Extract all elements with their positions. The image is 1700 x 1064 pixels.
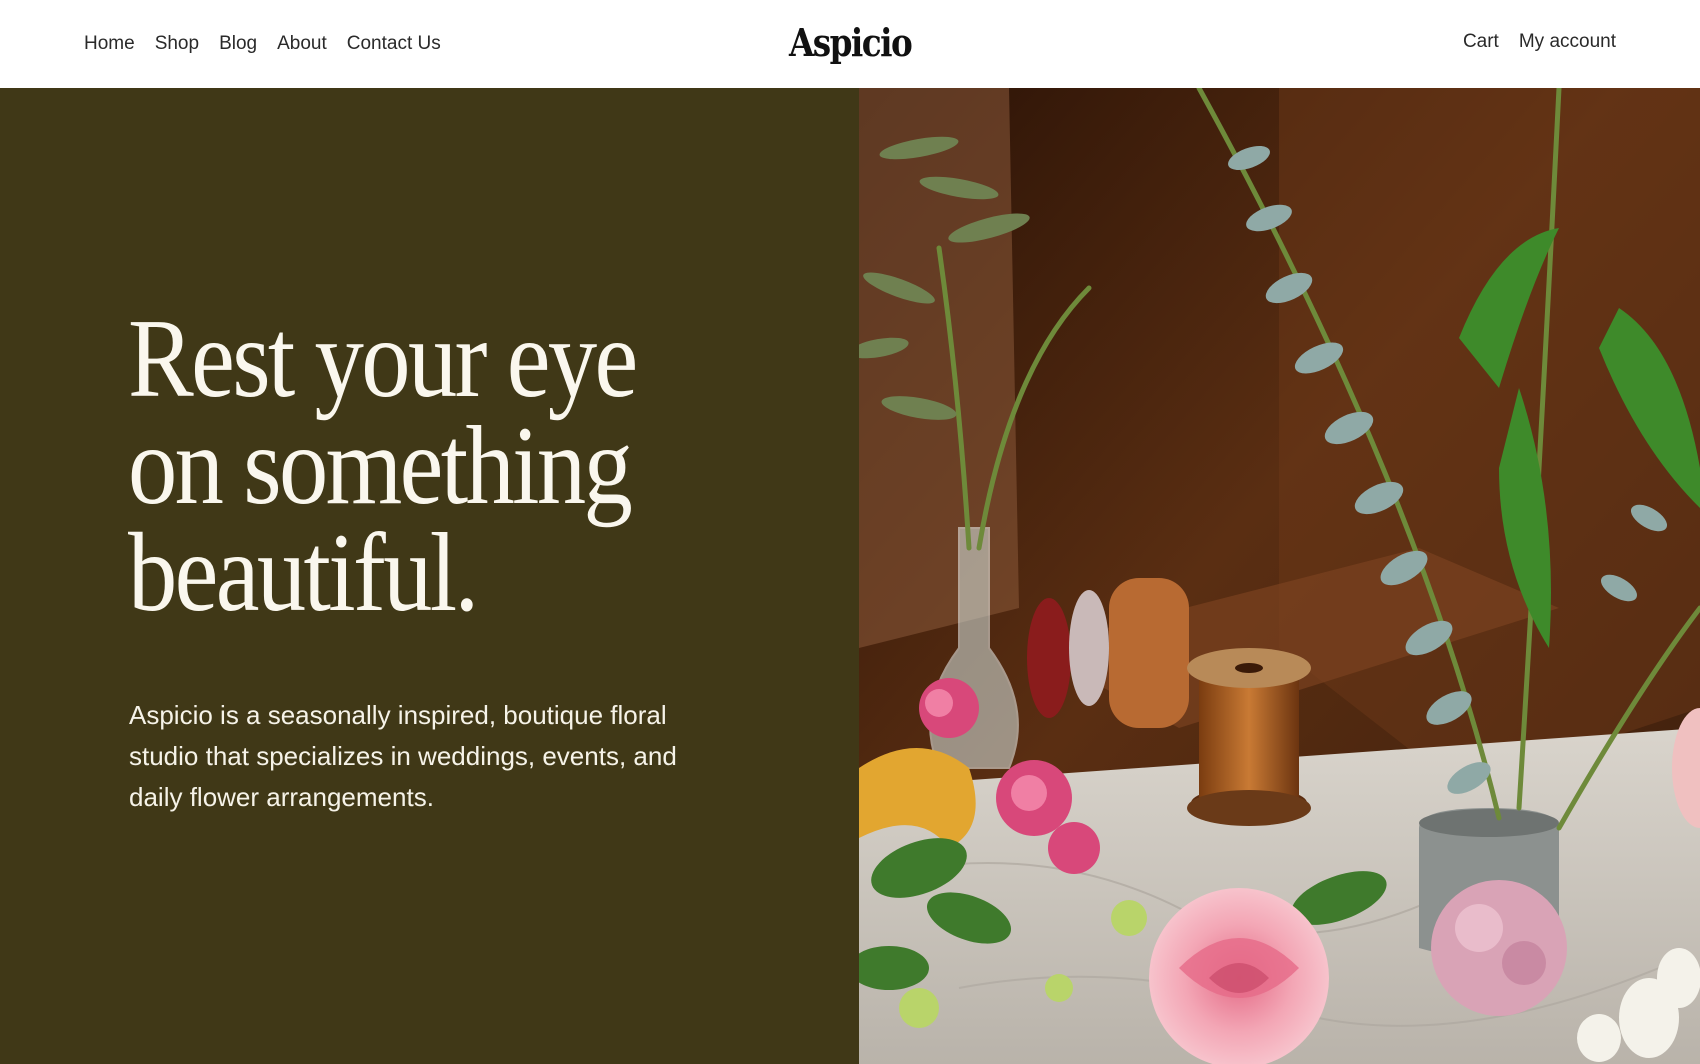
hero-text-panel: Rest your eye on something beautiful. As… xyxy=(0,88,859,1064)
hero-intro: Aspicio is a seasonally inspired, boutiq… xyxy=(129,700,677,812)
account-nav: Cart My account xyxy=(1463,31,1616,53)
nav-link-about[interactable]: About xyxy=(277,33,327,55)
flower-arrangement-image xyxy=(859,88,1700,1064)
site-logo[interactable]: Aspicio xyxy=(789,20,913,65)
hero-section: Rest your eye on something beautiful. As… xyxy=(0,88,1700,1064)
nav-link-home[interactable]: Home xyxy=(84,33,135,55)
hero-headline: Rest your eye on something beautiful. xyxy=(128,297,638,635)
nav-link-contact[interactable]: Contact Us xyxy=(347,33,441,55)
nav-link-my-account[interactable]: My account xyxy=(1519,31,1616,53)
nav-link-shop[interactable]: Shop xyxy=(155,33,199,55)
nav-link-cart[interactable]: Cart xyxy=(1463,31,1499,53)
primary-nav: Home Shop Blog About Contact Us xyxy=(84,33,441,55)
site-header: Home Shop Blog About Contact Us Aspicio … xyxy=(0,0,1700,88)
hero-flower-photo xyxy=(859,88,1700,1064)
nav-link-blog[interactable]: Blog xyxy=(219,33,257,55)
